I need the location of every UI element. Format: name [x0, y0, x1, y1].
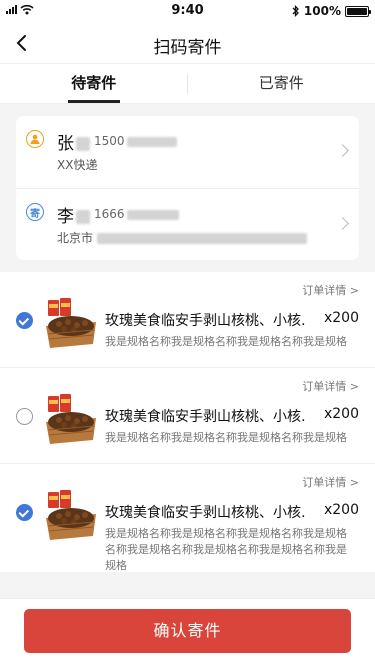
chevron-right-icon — [336, 144, 349, 157]
product-quantity: x200 — [323, 310, 359, 326]
order-checkbox[interactable] — [16, 504, 33, 521]
sender-company: XX快递 — [57, 158, 98, 172]
order-item[interactable]: 订单详情 > 玫瑰美食临安手剥山核桃、小核… x200 我是规格名称我是规格名称… — [0, 272, 375, 368]
status-right: 100% — [292, 4, 371, 18]
order-item[interactable]: 订单详情 > 玫瑰美食临安手剥山核桃、小核… x200 我是规格名称我是规格名称… — [0, 368, 375, 464]
status-bar: 9:40 100% — [0, 0, 375, 22]
tab-divider — [187, 74, 188, 94]
sender-name: 张 — [57, 129, 90, 154]
product-thumbnail — [46, 394, 96, 444]
person-icon — [26, 130, 44, 148]
order-detail-link[interactable]: 订单详情 > — [302, 474, 359, 490]
bottom-bar: 确认寄件 — [0, 598, 375, 667]
order-detail-link[interactable]: 订单详情 > — [302, 378, 359, 394]
battery-percent: 100% — [303, 4, 341, 18]
product-spec: 我是规格名称我是规格名称我是规格名称我是规格名称我是规格名称我是规格名称我是规格… — [105, 527, 347, 572]
receiver-row[interactable]: 寄 李 1666 北京市 — [16, 188, 359, 260]
tab-pending[interactable]: 待寄件 — [0, 64, 188, 103]
order-detail-link[interactable]: 订单详情 > — [302, 282, 359, 298]
sender-row[interactable]: 张 1500 XX快递 — [16, 116, 359, 188]
order-checkbox[interactable] — [16, 408, 33, 425]
address-card: 张 1500 XX快递 寄 李 1666 北京市 — [16, 116, 359, 260]
sender-phone: 1500 — [94, 134, 177, 148]
nav-bar: 扫码寄件 — [0, 22, 375, 64]
product-spec: 我是规格名称我是规格名称我是规格名称我是规格 — [105, 431, 347, 444]
battery-icon — [345, 5, 371, 17]
confirm-send-button[interactable]: 确认寄件 — [24, 609, 351, 653]
order-item[interactable]: 订单详情 > 玫瑰美食临安手剥山核桃、小核… x200 我是规格名称我是规格名称… — [0, 464, 375, 572]
tab-bar: 待寄件 已寄件 — [0, 64, 375, 104]
send-badge-icon: 寄 — [26, 203, 44, 221]
tab-sent[interactable]: 已寄件 — [188, 64, 375, 103]
chevron-right-icon — [336, 217, 349, 230]
product-thumbnail — [46, 298, 96, 348]
receiver-name: 李 — [57, 202, 90, 227]
order-list: 订单详情 > 玫瑰美食临安手剥山核桃、小核… x200 我是规格名称我是规格名称… — [0, 272, 375, 572]
product-quantity: x200 — [323, 502, 359, 518]
product-thumbnail — [46, 490, 96, 540]
page-title: 扫码寄件 — [153, 38, 222, 58]
product-name: 玫瑰美食临安手剥山核桃、小核… — [105, 313, 305, 329]
product-quantity: x200 — [323, 406, 359, 422]
receiver-address: 北京市 — [57, 229, 308, 246]
receiver-phone: 1666 — [94, 207, 179, 221]
order-checkbox[interactable] — [16, 312, 33, 329]
product-name: 玫瑰美食临安手剥山核桃、小核… — [105, 505, 305, 521]
bluetooth-icon — [292, 5, 299, 17]
product-spec: 我是规格名称我是规格名称我是规格名称我是规格 — [105, 335, 347, 348]
product-name: 玫瑰美食临安手剥山核桃、小核… — [105, 409, 305, 425]
